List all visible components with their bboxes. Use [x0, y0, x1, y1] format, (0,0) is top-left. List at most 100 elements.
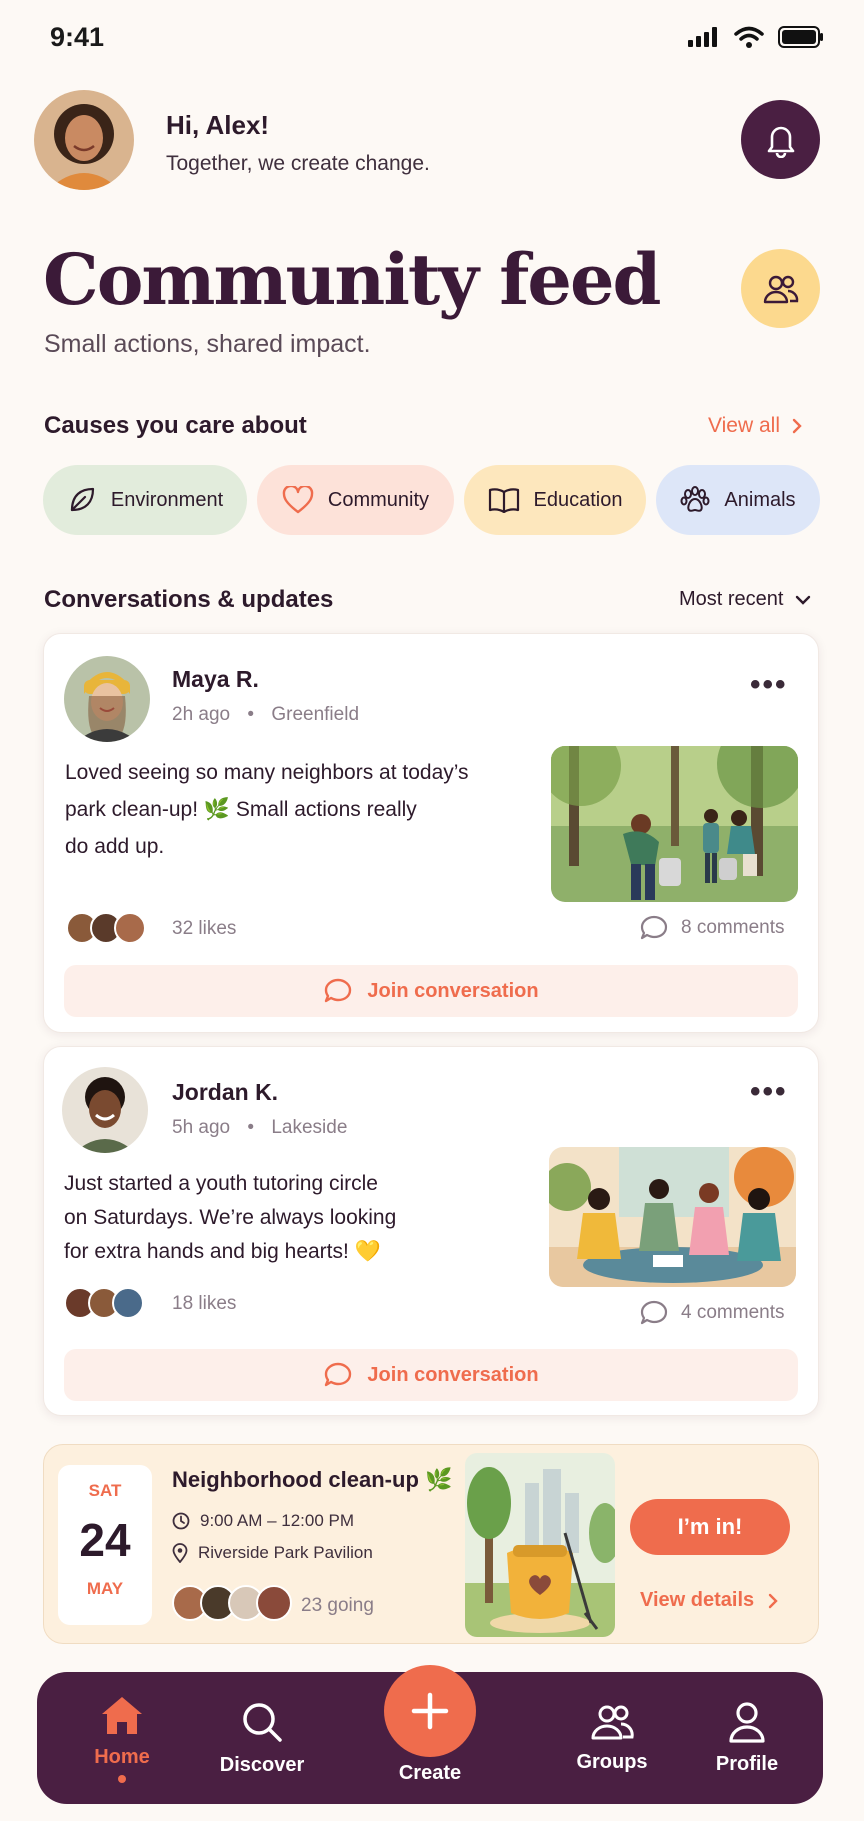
post-card: Jordan K. 5h ago • Lakeside ••• Just sta…: [43, 1046, 819, 1416]
author-name[interactable]: Jordan K.: [172, 1079, 278, 1106]
greeting: Hi, Alex!: [166, 110, 270, 140]
cause-label-animals: Animals: [724, 488, 796, 511]
cause-chip-education[interactable]: Education: [464, 465, 646, 535]
view-details-link[interactable]: View details: [640, 1589, 778, 1612]
going-count: 23 going: [301, 1595, 374, 1616]
tab-groups-label: Groups: [576, 1750, 648, 1773]
join-conversation-button[interactable]: Join conversation: [64, 965, 798, 1017]
status-time: 9:41: [50, 22, 105, 52]
post-location: Lakeside: [271, 1117, 348, 1138]
post-text-line: Loved seeing so many neighbors at today’…: [65, 761, 469, 784]
battery-icon: [778, 26, 823, 48]
post-card: Maya R. 2h ago • Greenfield ••• Loved se…: [43, 633, 819, 1033]
post-time: 5h ago: [172, 1117, 231, 1138]
tab-discover[interactable]: Discover: [197, 1672, 327, 1804]
event-place-row: Riverside Park Pavilion: [172, 1543, 373, 1563]
bell-icon: [767, 126, 794, 158]
search-icon: [243, 1702, 282, 1742]
location-pin-icon: [172, 1543, 188, 1563]
event-month: MAY: [86, 1579, 124, 1598]
likers-avatars: [64, 1287, 144, 1319]
post-meta: 5h ago • Lakeside: [172, 1117, 348, 1138]
more-options-icon[interactable]: •••: [750, 1075, 788, 1109]
create-label: Create: [398, 1762, 462, 1784]
post-time: 2h ago: [172, 704, 231, 725]
chevron-down-icon: [796, 595, 811, 605]
sort-label: Most recent: [679, 588, 784, 610]
likers-avatars: [66, 912, 146, 944]
post-text-line: do add up.: [65, 835, 165, 858]
cause-label-environment: Environment: [110, 488, 224, 511]
view-all-link[interactable]: View all: [708, 414, 802, 438]
greeting-subtitle: Together, we create change.: [166, 152, 430, 175]
liker-avatar: [114, 912, 146, 944]
active-indicator: [118, 1774, 126, 1783]
notifications-button[interactable]: [741, 100, 820, 179]
event-day: 24: [79, 1514, 131, 1566]
post-image[interactable]: [551, 746, 798, 902]
comments-label: 8 comments: [681, 917, 785, 938]
sort-dropdown[interactable]: Most recent: [679, 588, 811, 611]
tab-groups[interactable]: Groups: [547, 1672, 677, 1804]
attendee-avatar: [256, 1585, 292, 1621]
event-card[interactable]: SAT 24 MAY Neighborhood clean-up 🌿 9:00 …: [43, 1444, 819, 1644]
event-date: SAT 24 MAY: [58, 1465, 152, 1625]
causes-title: Causes you care about: [44, 412, 307, 439]
join-label: Join conversation: [367, 1363, 539, 1386]
user-avatar[interactable]: [34, 90, 134, 190]
im-in-button[interactable]: I’m in!: [630, 1499, 790, 1555]
cause-label-education: Education: [533, 488, 623, 511]
community-button[interactable]: [741, 249, 820, 328]
chevron-right-icon: [792, 418, 802, 434]
feed-title: Conversations & updates: [44, 586, 334, 613]
event-title: Neighborhood clean-up 🌿: [172, 1467, 453, 1492]
clock-icon: [172, 1512, 190, 1530]
leaf-icon: [70, 487, 94, 512]
tab-profile-label: Profile: [715, 1752, 779, 1775]
post-image[interactable]: [549, 1147, 796, 1287]
post-meta: 2h ago • Greenfield: [172, 704, 360, 725]
likes-count[interactable]: 18 likes: [172, 1293, 236, 1315]
event-weekday: SAT: [88, 1481, 122, 1500]
join-conversation-button[interactable]: Join conversation: [64, 1349, 798, 1401]
event-place: Riverside Park Pavilion: [198, 1543, 373, 1562]
create-button[interactable]: [384, 1665, 476, 1757]
post-text-line: on Saturdays. We’re always looking: [64, 1206, 397, 1229]
author-avatar[interactable]: [62, 1067, 148, 1153]
groups-icon: [591, 1705, 634, 1739]
liker-avatar: [112, 1287, 144, 1319]
tab-home[interactable]: Home: [67, 1672, 177, 1804]
more-options-icon[interactable]: •••: [750, 668, 788, 702]
cause-chip-environment[interactable]: Environment: [43, 465, 247, 535]
post-text-line: park clean-up! 🌿 Small actions really: [65, 798, 417, 821]
cause-chip-animals[interactable]: Animals: [656, 465, 820, 535]
view-details-label: View details: [640, 1589, 755, 1611]
comments-count[interactable]: 4 comments: [639, 1299, 784, 1327]
paw-icon: [680, 486, 710, 512]
page-subtitle: Small actions, shared impact.: [44, 330, 371, 358]
post-location: Greenfield: [271, 704, 360, 725]
post-text: Just started a youth tutoring circle on …: [64, 1167, 396, 1269]
author-name[interactable]: Maya R.: [172, 666, 259, 693]
comment-icon: [325, 1362, 352, 1387]
post-text-line: Just started a youth tutoring circle: [64, 1172, 378, 1195]
book-icon: [488, 488, 519, 513]
chevron-right-icon: [768, 1593, 778, 1608]
post-text: Loved seeing so many neighbors at today’…: [65, 754, 469, 865]
post-text-line: for extra hands and big hearts! 💛: [64, 1240, 381, 1263]
cause-label-community: Community: [327, 488, 430, 511]
tab-discover-label: Discover: [219, 1753, 305, 1776]
view-all-label: View all: [708, 414, 780, 437]
cause-chip-community[interactable]: Community: [257, 465, 454, 535]
likes-count[interactable]: 32 likes: [172, 918, 236, 940]
event-time-row: 9:00 AM – 12:00 PM: [172, 1511, 354, 1531]
signal-icon: [688, 27, 717, 47]
comments-label: 4 comments: [681, 1302, 785, 1323]
heart-icon: [282, 486, 314, 514]
tab-profile[interactable]: Profile: [692, 1672, 802, 1804]
join-label: Join conversation: [367, 979, 539, 1002]
comments-count[interactable]: 8 comments: [639, 914, 784, 942]
comment-icon: [640, 915, 668, 940]
author-avatar[interactable]: [64, 656, 150, 742]
wifi-icon: [734, 26, 764, 48]
